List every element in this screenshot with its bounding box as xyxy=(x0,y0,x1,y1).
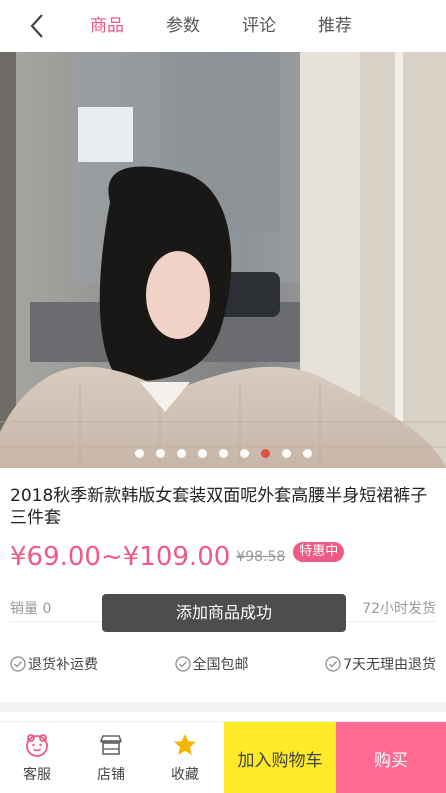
store-icon xyxy=(99,735,123,755)
product-tabs: 商品 参数 评论 推荐 xyxy=(90,12,394,40)
service-face-icon xyxy=(26,734,48,757)
carousel-dot[interactable] xyxy=(197,449,207,458)
carousel-dot[interactable] xyxy=(134,449,144,458)
check-circle-icon xyxy=(325,656,341,672)
price-range: ¥69.00~¥109.00 xyxy=(10,542,231,572)
toast-message: 添加商品成功 xyxy=(102,594,346,632)
guarantee-label: 退货补运费 xyxy=(28,657,98,673)
carousel-dot[interactable] xyxy=(155,449,165,458)
tab-product[interactable]: 商品 xyxy=(90,12,166,40)
bottom-action-bar: 客服 店铺 收藏 加入购物车 购买 xyxy=(0,721,446,793)
carousel-dots xyxy=(0,449,446,458)
original-price: ¥98.58 xyxy=(236,549,286,565)
carousel-dot-active[interactable] xyxy=(260,449,270,458)
favorite-label: 收藏 xyxy=(171,767,199,783)
product-title: 2018秋季新款韩版女套装双面呢外套高腰半身短裙裤子三件套 xyxy=(10,486,428,528)
carousel-dot[interactable] xyxy=(281,449,291,458)
guarantee-item: 全国包邮 xyxy=(174,654,249,674)
carousel-dot[interactable] xyxy=(218,449,228,458)
add-to-cart-button[interactable]: 加入购物车 xyxy=(224,722,336,793)
product-image-carousel[interactable] xyxy=(0,52,446,468)
top-nav: 商品 参数 评论 推荐 xyxy=(0,0,446,52)
guarantee-item: 退货补运费 xyxy=(10,654,98,674)
section-divider xyxy=(0,702,446,712)
guarantee-item: 7天无理由退货 xyxy=(325,654,436,674)
shop-button[interactable]: 店铺 xyxy=(74,722,148,793)
check-circle-icon xyxy=(10,656,26,672)
guarantee-label: 7天无理由退货 xyxy=(343,657,436,673)
carousel-dot[interactable] xyxy=(302,449,312,458)
price-row: ¥69.00~¥109.00 ¥98.58 特惠中 xyxy=(10,540,345,574)
tab-params[interactable]: 参数 xyxy=(166,12,242,40)
shipping-time: 72小时发货 xyxy=(362,601,436,617)
back-icon[interactable] xyxy=(26,12,48,40)
sales-count: 销量 0 xyxy=(10,601,52,617)
service-label: 客服 xyxy=(23,767,51,783)
product-photo xyxy=(0,52,446,468)
check-circle-icon xyxy=(174,656,191,672)
carousel-dot[interactable] xyxy=(176,449,186,458)
tab-recommend[interactable]: 推荐 xyxy=(318,12,394,40)
guarantee-list: 退货补运费 全国包邮 7天无理由退货 xyxy=(10,654,436,674)
star-icon xyxy=(174,734,196,755)
buy-button[interactable]: 购买 xyxy=(336,722,446,793)
guarantee-label: 全国包邮 xyxy=(192,657,249,673)
shop-label: 店铺 xyxy=(97,767,125,783)
customer-service-button[interactable]: 客服 xyxy=(0,722,74,793)
promo-badge: 特惠中 xyxy=(293,542,345,562)
carousel-dot[interactable] xyxy=(239,449,249,458)
favorite-button[interactable]: 收藏 xyxy=(148,722,222,793)
tab-reviews[interactable]: 评论 xyxy=(242,12,318,40)
